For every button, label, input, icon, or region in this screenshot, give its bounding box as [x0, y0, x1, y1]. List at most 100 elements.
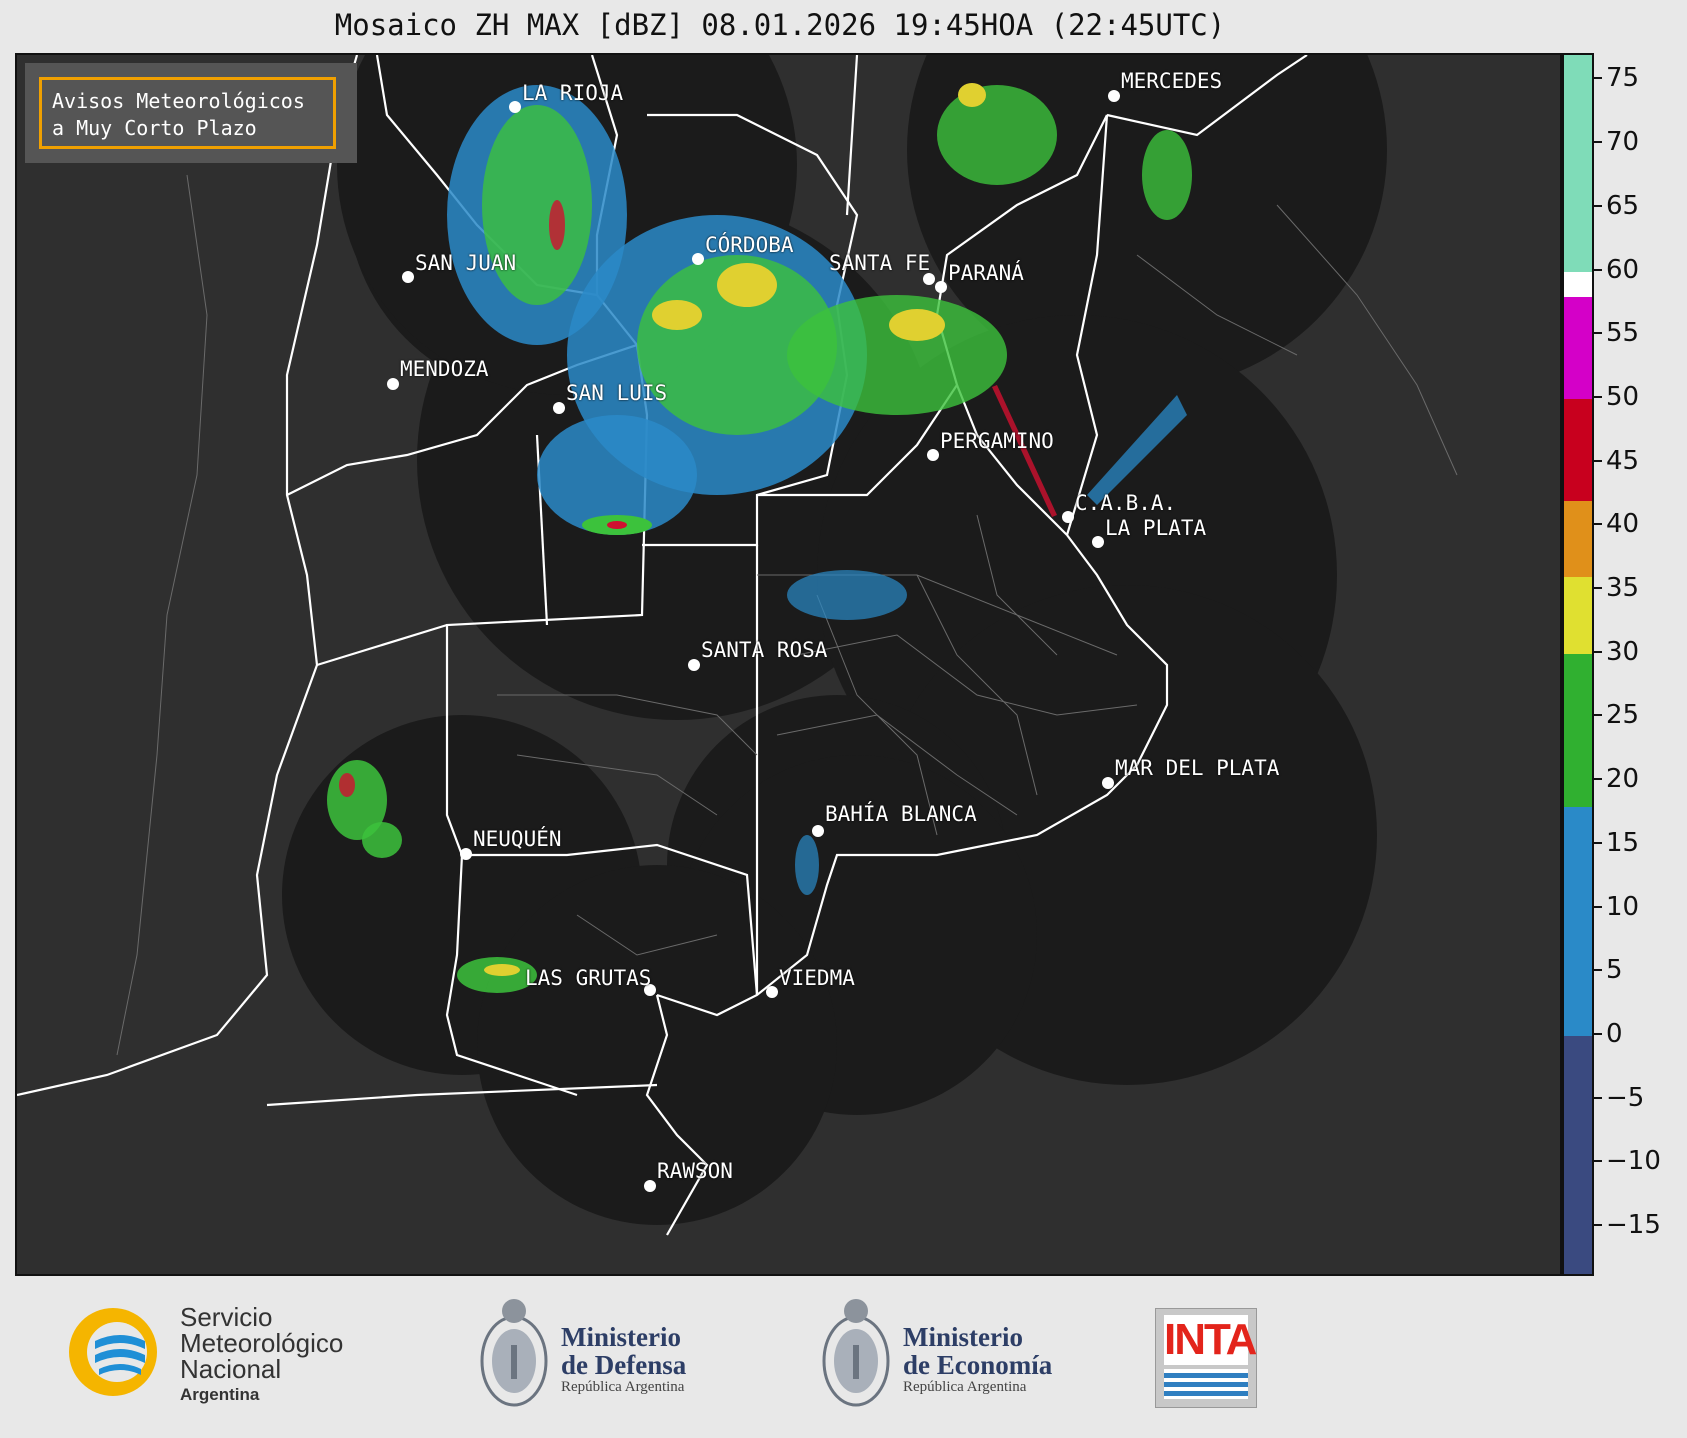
- colorbar-tick-label: 75: [1606, 63, 1640, 94]
- colorbar-tick-label: 20: [1606, 764, 1640, 795]
- colorbar-tick: [1594, 268, 1602, 271]
- colorbar-tick: [1594, 1160, 1602, 1163]
- colorbar-tick-label: 35: [1606, 573, 1640, 604]
- city-label-parana: PARANÁ: [948, 261, 1024, 285]
- colorbar-tick-label: 40: [1606, 509, 1640, 540]
- colorbar-tick-label: −5: [1606, 1082, 1645, 1113]
- map-title: Mosaico ZH MAX [dBZ] 08.01.2026 19:45HOA…: [334, 8, 1226, 42]
- defensa-seal-icon: [480, 1299, 548, 1407]
- city-dot[interactable]: [387, 378, 399, 390]
- colorbar-tick: [1594, 141, 1602, 144]
- city-dot[interactable]: [1092, 536, 1104, 548]
- colorbar-tick: [1594, 77, 1602, 80]
- city-label-san-luis: SAN LUIS: [566, 381, 668, 405]
- colorbar-band: [1564, 55, 1592, 272]
- colorbar-band: [1564, 500, 1592, 578]
- colorbar-tick: [1594, 1224, 1602, 1227]
- smn-line-3: Nacional: [180, 1354, 282, 1384]
- city-dot[interactable]: [692, 253, 704, 265]
- city-label-rawson: RAWSON: [657, 1159, 733, 1183]
- city-label-la-rioja: LA RIOJA: [522, 81, 624, 105]
- city-label-la-plata: LA PLATA: [1105, 516, 1207, 540]
- colorbar-tick: [1594, 523, 1602, 526]
- city-dot[interactable]: [1108, 90, 1120, 102]
- city-dot[interactable]: [766, 986, 778, 998]
- defensa-line-2: de Defensa: [561, 1350, 687, 1380]
- colorbar-tick: [1594, 650, 1602, 653]
- city-label-las-grutas: LAS GRUTAS: [525, 966, 652, 990]
- economia-line-3: República Argentina: [903, 1379, 1027, 1395]
- radar-map[interactable]: Avisos Meteorológicos a Muy Corto Plazo …: [15, 53, 1562, 1276]
- colorbar-band: [1564, 577, 1592, 654]
- inta-logo: INTA: [1155, 1308, 1257, 1408]
- city-label-bahia-blanca: BAHÍA BLANCA: [825, 802, 977, 826]
- colorbar-band: [1564, 1035, 1592, 1274]
- colorbar-tick-label: 65: [1606, 190, 1640, 221]
- city-label-mercedes: MERCEDES: [1121, 69, 1223, 93]
- colorbar-tick: [1594, 332, 1602, 335]
- notice-line-2: a Muy Corto Plazo: [52, 116, 257, 140]
- defensa-line-1: Ministerio: [561, 1322, 681, 1352]
- city-dot[interactable]: [402, 271, 414, 283]
- colorbar-tick: [1594, 969, 1602, 972]
- city-dot[interactable]: [553, 402, 565, 414]
- city-dot[interactable]: [812, 825, 824, 837]
- economia-seal-icon: [822, 1299, 890, 1407]
- city-dot[interactable]: [644, 1180, 656, 1192]
- notice-panel: Avisos Meteorológicos a Muy Corto Plazo: [25, 63, 357, 163]
- defensa-line-3: República Argentina: [561, 1379, 685, 1395]
- colorbar-tick: [1594, 459, 1602, 462]
- defensa-logo-text: Ministerio de Defensa República Argentin…: [561, 1323, 686, 1396]
- colorbar-band: [1564, 653, 1592, 807]
- colorbar-tick: [1594, 1032, 1602, 1035]
- colorbar-tick-label: −15: [1606, 1210, 1661, 1241]
- colorbar-tick-label: 10: [1606, 891, 1640, 922]
- colorbar-tick: [1594, 395, 1602, 398]
- colorbar-tick-label: 60: [1606, 254, 1640, 285]
- city-dot[interactable]: [460, 848, 472, 860]
- city-label-caba: C.A.B.A.: [1075, 491, 1177, 515]
- colorbar-tick-label: 5: [1606, 955, 1623, 986]
- city-dot[interactable]: [688, 659, 700, 671]
- colorbar-tick: [1594, 587, 1602, 590]
- economia-line-1: Ministerio: [903, 1322, 1023, 1352]
- city-dot[interactable]: [1102, 777, 1114, 789]
- colorbar-tick: [1594, 778, 1602, 781]
- colorbar-tick: [1594, 1096, 1602, 1099]
- colorbar-tick-label: 0: [1606, 1018, 1623, 1049]
- colorbar-tick-label: 25: [1606, 700, 1640, 731]
- city-label-santa-fe: SANTA FE: [829, 251, 931, 275]
- city-dot[interactable]: [935, 281, 947, 293]
- city-dot[interactable]: [509, 101, 521, 113]
- economia-logo-text: Ministerio de Economía República Argenti…: [903, 1323, 1052, 1396]
- smn-logo-icon: [69, 1308, 157, 1396]
- colorbar-tick: [1594, 905, 1602, 908]
- colorbar-tick-label: 15: [1606, 827, 1640, 858]
- colorbar-tick-label: −10: [1606, 1146, 1661, 1177]
- notice-box[interactable]: Avisos Meteorológicos a Muy Corto Plazo: [39, 77, 336, 149]
- colorbar-tick-label: 70: [1606, 127, 1640, 158]
- colorbar: [1562, 53, 1594, 1276]
- colorbar-band: [1564, 297, 1592, 399]
- colorbar-tick-label: 50: [1606, 381, 1640, 412]
- inta-stripes-icon: [1164, 1369, 1248, 1399]
- colorbar-tick: [1594, 714, 1602, 717]
- city-label-pergamino: PERGAMINO: [940, 429, 1054, 453]
- smn-line-4: Argentina: [180, 1385, 260, 1404]
- colorbar-tick-label: 45: [1606, 445, 1640, 476]
- colorbar-band: [1564, 398, 1592, 501]
- city-label-mar-del-plata: MAR DEL PLATA: [1115, 756, 1280, 780]
- colorbar-tick-label: 55: [1606, 318, 1640, 349]
- city-dot[interactable]: [1062, 511, 1074, 523]
- city-label-mendoza: MENDOZA: [400, 357, 489, 381]
- city-label-san-juan: SAN JUAN: [415, 251, 517, 275]
- smn-line-2: Meteorológico: [180, 1328, 344, 1358]
- city-dot[interactable]: [927, 449, 939, 461]
- city-label-neuquen: NEUQUÉN: [473, 827, 562, 851]
- colorbar-band: [1564, 806, 1592, 1036]
- colorbar-tick-label: 30: [1606, 636, 1640, 667]
- inta-logo-word: INTA: [1164, 1315, 1257, 1365]
- city-label-santa-rosa: SANTA ROSA: [701, 638, 828, 662]
- smn-line-1: Servicio: [180, 1302, 273, 1332]
- notice-line-1: Avisos Meteorológicos: [52, 89, 305, 113]
